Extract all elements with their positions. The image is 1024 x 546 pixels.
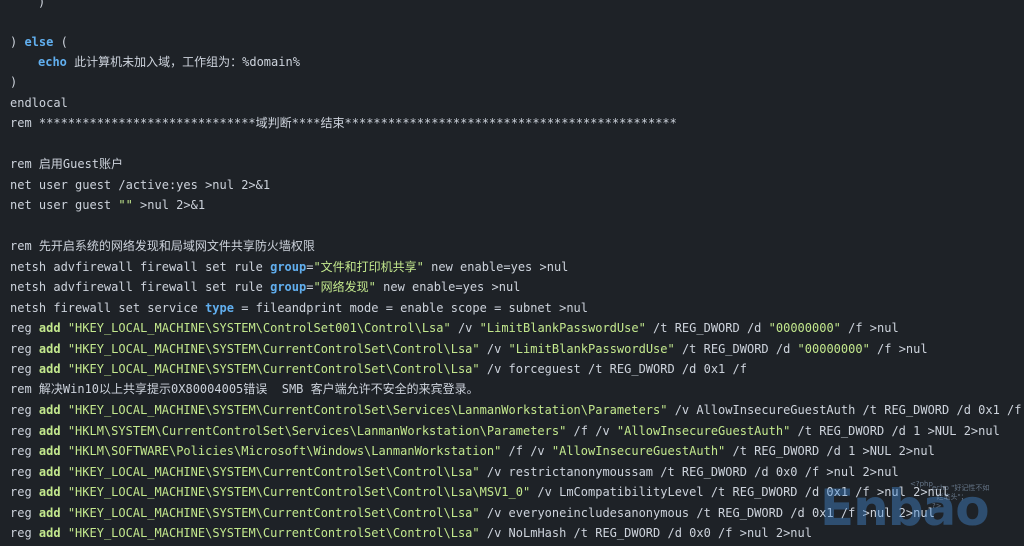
code-line: netsh advfirewall firewall set rule grou… — [10, 260, 569, 274]
code-line: rem 先开启系统的网络发现和局域网文件共享防火墙权限 — [10, 239, 315, 253]
code-line: reg add "HKEY_LOCAL_MACHINE\SYSTEM\Curre… — [10, 526, 812, 540]
code-line: ) — [10, 75, 18, 89]
code-line: reg add "HKLM\SYSTEM\CurrentControlSet\S… — [10, 424, 1000, 438]
code-line: ) — [38, 0, 46, 9]
code-line: ) else ( — [10, 35, 68, 49]
code-line: reg add "HKLM\SOFTWARE\Policies\Microsof… — [10, 444, 935, 458]
code-line: net user guest /active:yes >nul 2>&1 — [10, 178, 271, 192]
code-line: reg add "HKEY_LOCAL_MACHINE\SYSTEM\Curre… — [10, 485, 950, 499]
code-line: net user guest "" >nul 2>&1 — [10, 198, 206, 212]
code-line: echo 此计算机未加入域，工作组为：%domain% — [38, 55, 300, 69]
code-editor[interactable]: ) ) else ( echo 此计算机未加入域，工作组为：%domain% )… — [0, 0, 1024, 546]
code-line: reg add "HKEY_LOCAL_MACHINE\SYSTEM\Curre… — [10, 465, 899, 479]
code-line: reg add "HKEY_LOCAL_MACHINE\SYSTEM\Curre… — [10, 506, 935, 520]
code-line: rem 启用Guest账户 — [10, 157, 124, 171]
code-line: netsh advfirewall firewall set rule grou… — [10, 280, 521, 294]
code-line: netsh firewall set service type = filean… — [10, 301, 588, 315]
code-line: rem 解决Win10以上共享提示0X80004005错误 SMB 客户端允许不… — [10, 382, 479, 396]
code-line: endlocal — [10, 96, 68, 110]
code-line: reg add "HKEY_LOCAL_MACHINE\SYSTEM\Curre… — [10, 403, 1022, 417]
code-line: reg add "HKEY_LOCAL_MACHINE\SYSTEM\Curre… — [10, 362, 747, 376]
code-line: reg add "HKEY_LOCAL_MACHINE\SYSTEM\Curre… — [10, 342, 928, 356]
code-line: rem ******************************域判断***… — [10, 116, 677, 130]
code-line: reg add "HKEY_LOCAL_MACHINE\SYSTEM\Contr… — [10, 321, 899, 335]
